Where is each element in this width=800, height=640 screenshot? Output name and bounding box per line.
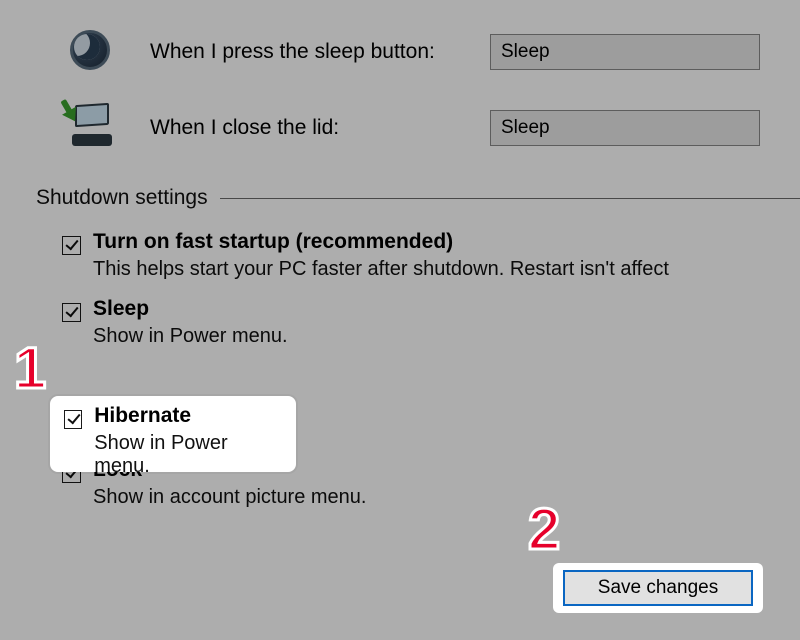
sleep-button-row: When I press the sleep button: Sleep	[70, 22, 800, 82]
divider	[220, 198, 800, 199]
hibernate-highlight: Hibernate Show in Power menu.	[50, 396, 296, 472]
sleep-title: Sleep	[93, 297, 288, 321]
sleep-checkbox[interactable]	[62, 303, 81, 322]
close-lid-value: Sleep	[501, 117, 550, 139]
close-lid-dropdown[interactable]: Sleep	[490, 110, 760, 146]
option-hibernate: Hibernate Show in Power menu.	[64, 404, 280, 478]
moon-icon	[70, 30, 114, 74]
annotation-step-1: 1	[14, 335, 46, 402]
fast-startup-checkbox[interactable]	[62, 236, 81, 255]
option-fast-startup: Turn on fast startup (recommended) This …	[62, 230, 800, 281]
option-sleep: Sleep Show in Power menu.	[62, 297, 800, 348]
lock-desc: Show in account picture menu.	[93, 486, 367, 509]
annotation-step-2: 2	[528, 496, 560, 563]
save-highlight: Save changes	[553, 563, 763, 613]
save-changes-button[interactable]: Save changes	[563, 570, 753, 606]
close-lid-row: When I close the lid: Sleep	[70, 98, 800, 158]
fast-startup-title: Turn on fast startup (recommended)	[93, 230, 669, 254]
fast-startup-desc: This helps start your PC faster after sh…	[93, 258, 669, 281]
sleep-button-dropdown[interactable]: Sleep	[490, 34, 760, 70]
hibernate-desc: Show in Power menu.	[94, 432, 280, 478]
save-changes-label: Save changes	[598, 577, 718, 599]
hibernate-title: Hibernate	[94, 404, 280, 428]
shutdown-settings-header: Shutdown settings	[36, 186, 800, 210]
close-lid-label: When I close the lid:	[150, 116, 490, 140]
sleep-desc: Show in Power menu.	[93, 325, 288, 348]
sleep-button-value: Sleep	[501, 41, 550, 63]
hibernate-checkbox[interactable]	[64, 410, 82, 429]
laptop-lid-icon	[70, 106, 114, 150]
sleep-button-label: When I press the sleep button:	[150, 40, 490, 64]
shutdown-settings-title: Shutdown settings	[36, 186, 208, 210]
